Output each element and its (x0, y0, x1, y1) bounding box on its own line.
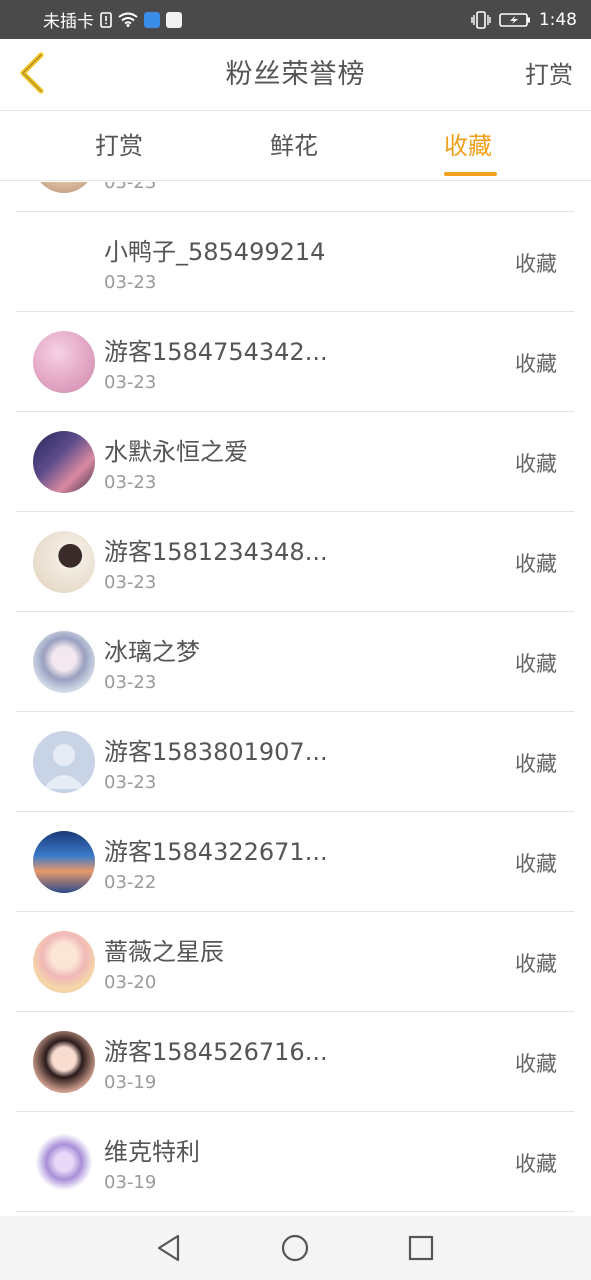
system-nav-bar (0, 1216, 591, 1280)
avatar (33, 631, 95, 693)
tab-favorites[interactable]: 收藏 (444, 111, 492, 181)
list-item-date: 03-22 (104, 872, 157, 893)
list-item-date: 03-23 (104, 182, 157, 193)
list-item-date: 03-23 (104, 272, 157, 293)
wifi-icon (118, 12, 138, 27)
list-item-date: 03-20 (104, 972, 157, 993)
back-triangle-icon[interactable] (153, 1232, 185, 1264)
avatar (33, 331, 95, 393)
list-item-action: 收藏 (515, 1152, 557, 1176)
avatar (33, 182, 95, 193)
list-item[interactable]: 游客1584526716... 03-19 收藏 (16, 1012, 574, 1112)
list-item[interactable]: 游客1584754342... 03-23 收藏 (16, 312, 574, 412)
list-item-action: 收藏 (515, 652, 557, 676)
list-item[interactable]: 蔷薇之星辰 03-20 收藏 (16, 912, 574, 1012)
tab-reward[interactable]: 打赏 (95, 111, 143, 181)
list-item-name: 蔷薇之星辰 (104, 938, 224, 966)
list-item-date: 03-19 (104, 1072, 157, 1093)
avatar (33, 1131, 95, 1193)
list-item[interactable]: 游客1584322671... 03-22 收藏 (16, 812, 574, 912)
list-item-date: 03-23 (104, 472, 157, 493)
list-item-name: 游客1584526716... (104, 1038, 328, 1066)
list-item[interactable]: 小鸭子_585499214 03-23 收藏 (16, 212, 574, 312)
default-user-icon (33, 731, 95, 793)
list-item-name: 水默永恒之爱 (104, 438, 248, 466)
list-item-name: 游客1584754342... (104, 338, 328, 366)
list-item-date: 03-19 (104, 1172, 157, 1193)
avatar (33, 931, 95, 993)
list-item-date: 03-23 (104, 672, 157, 693)
list-item-name: 游客1581234348... (104, 538, 328, 566)
list-item-date: 03-23 (104, 372, 157, 393)
list-item-name: 游客1584322671... (104, 838, 328, 866)
avatar (33, 1031, 95, 1093)
browser-notification-icon (166, 11, 182, 28)
list-item-action: 收藏 (515, 252, 557, 276)
list-item[interactable]: 游客1583801907... 03-23 收藏 (16, 712, 574, 812)
list-item-action: 收藏 (515, 852, 557, 876)
battery-charging-icon (499, 12, 531, 28)
list-item-action: 收藏 (515, 752, 557, 776)
vibrate-icon (471, 10, 491, 29)
list-item[interactable]: 03-23 (16, 182, 574, 212)
avatar (33, 531, 95, 593)
fan-list[interactable]: 03-23 小鸭子_585499214 03-23 收藏 游客158475434… (0, 182, 591, 1216)
list-item[interactable]: 维克特利 03-19 收藏 (16, 1112, 574, 1212)
list-item-action: 收藏 (515, 952, 557, 976)
carrier-text: 未插卡 (43, 12, 94, 32)
tab-flowers[interactable]: 鲜花 (270, 111, 318, 181)
recent-apps-square-icon[interactable] (405, 1232, 437, 1264)
sim-alert-icon (100, 11, 112, 28)
list-item-name: 维克特利 (104, 1138, 200, 1166)
list-item[interactable]: 游客1581234348... 03-23 收藏 (16, 512, 574, 612)
active-tab-indicator (444, 172, 497, 176)
app-notification-icon (144, 11, 160, 28)
list-item[interactable]: 水默永恒之爱 03-23 收藏 (16, 412, 574, 512)
list-item-action: 收藏 (515, 452, 557, 476)
status-right: 1:48 (471, 10, 577, 30)
app-header: 粉丝荣誉榜 打赏 (0, 39, 591, 111)
reward-button[interactable]: 打赏 (525, 39, 573, 111)
status-time: 1:48 (538, 9, 577, 30)
page-title: 粉丝荣誉榜 (225, 59, 366, 90)
avatar (33, 431, 95, 493)
status-left: 未插卡 (43, 7, 182, 32)
status-bar: 未插卡 1:48 (0, 0, 591, 39)
list-item-name: 小鸭子_585499214 (104, 238, 326, 266)
list-item-action: 收藏 (515, 1052, 557, 1076)
list-item-name: 游客1583801907... (104, 738, 328, 766)
list-item[interactable]: 冰璃之梦 03-23 收藏 (16, 612, 574, 712)
list-item-date: 03-23 (104, 572, 157, 593)
avatar (33, 831, 95, 893)
list-item-action: 收藏 (515, 352, 557, 376)
list-item-action: 收藏 (515, 552, 557, 576)
tab-bar: 打赏 鲜花 收藏 (0, 111, 591, 181)
list-item-name: 冰璃之梦 (104, 638, 200, 666)
list-item-date: 03-23 (104, 772, 157, 793)
home-circle-icon[interactable] (279, 1232, 311, 1264)
